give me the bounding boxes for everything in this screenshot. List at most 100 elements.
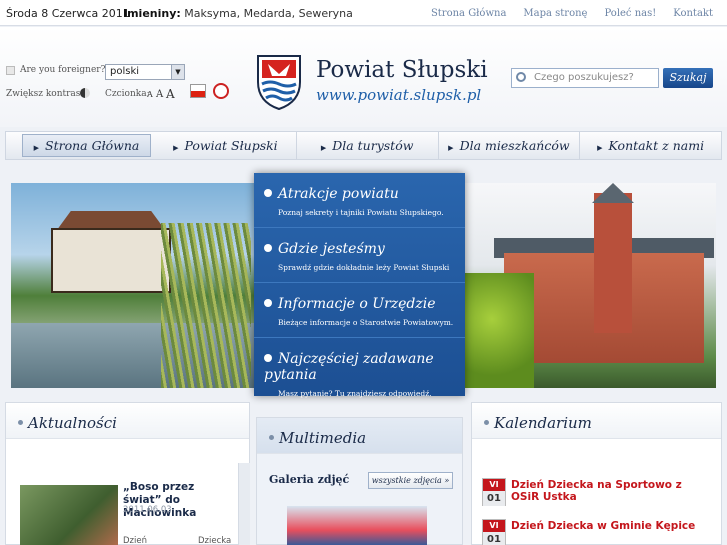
gallery-title: Galeria zdjęć [269,473,350,486]
main-nav: ▶ Strona Główna ▶ Powiat Słupski ▶ Dla tury… [5,131,722,160]
top-links: Strona Główna Mapa stronę Poleć nas! Kon… [431,8,713,19]
top-bar: Środa 8 Czerwca 2011 Imieniny: Maksyma, … [0,0,727,26]
news-thumbnail[interactable] [20,485,118,545]
news-excerpt-1: Dzień [123,536,147,545]
hero-menu-title: Atrakcje powiatu [264,186,465,202]
brand-url[interactable]: www.powiat.slupsk.pl [316,86,481,104]
reeds [161,223,251,388]
font-medium-button[interactable]: A [156,89,163,100]
nav-powiat-label: Powiat Słupski [184,138,278,153]
nav-home[interactable]: ▶ Strona Główna [22,134,151,157]
bullet-icon: ▶ [597,144,603,152]
brand-name[interactable]: Powiat Słupski [316,57,488,83]
contrast-label: Zwiększ kontrast [6,89,85,99]
gallery-photo[interactable] [287,506,427,545]
bullet-icon: ▶ [448,144,454,152]
search-icon [516,72,526,82]
hero-photo-town-hall [464,183,716,388]
hero-menu-item[interactable]: Gdzie jesteśmy Sprawdź gdzie dokładnie l… [254,228,465,283]
event-date-badge: VI 01 [482,478,506,506]
contrast-icon[interactable] [80,88,90,98]
hero-photo-countryside [11,183,259,388]
nav-contact-label: Kontakt z nami [608,138,705,153]
bullet-icon: ▶ [173,144,179,152]
emblem-icon[interactable] [213,83,229,99]
tower [594,193,632,333]
hero-menu: Atrakcje powiatu Poznaj sekrety i tajnik… [254,173,465,398]
nav-contact[interactable]: ▶ Kontakt z nami [580,132,721,159]
hero-menu-title: Gdzie jesteśmy [264,241,465,257]
all-photos-button[interactable]: wszystkie zdjęcia » [368,472,453,489]
bullet-icon: ▶ [320,144,327,152]
top-link-home[interactable]: Strona Główna [431,8,506,19]
language-select[interactable]: polski ▼ [105,64,185,80]
nav-tourists-label: Dla turystów [332,138,414,153]
calendar-heading-text: Kalendarium [494,414,592,432]
hero-menu-title: Informacje o Urzędzie [264,296,465,312]
news-scroll-edge [238,463,250,545]
chevron-down-icon[interactable]: ▼ [171,65,184,79]
event-day: 01 [483,491,505,506]
nav-home-label: Strona Główna [45,138,140,153]
news-excerpt-2: Dziecka [198,536,232,545]
news-heading-text: Aktualności [28,414,117,432]
bullet-icon [264,244,272,252]
hero-menu-title-text: Informacje o Urzędzie [278,296,436,312]
news-heading: Aktualności [6,403,249,439]
crest-logo[interactable] [256,54,302,110]
top-link-contact[interactable]: Kontakt [673,8,713,19]
namedays: Imieniny: Maksyma, Medarda, Seweryna [123,7,353,20]
font-large-button[interactable]: A [166,87,175,101]
hero-menu-title-text: Atrakcje powiatu [278,186,399,202]
hero-menu-item[interactable]: Najczęściej zadawane pytania Masz pytani… [254,338,465,398]
bullet-icon [264,189,272,197]
event-month: VI [483,520,505,532]
flag-icon [6,66,15,75]
bullet-icon [264,299,272,307]
top-link-recommend[interactable]: Poleć nas! [604,8,656,19]
bullet-icon [18,420,23,425]
bullet-icon [484,420,489,425]
event-day: 01 [483,532,505,545]
language-value: polski [110,66,140,77]
hero-menu-desc: Poznaj sekrety i tajniki Powiatu Słupski… [278,208,444,217]
multimedia-heading: Multimedia [257,418,462,454]
current-date: Środa 8 Czerwca 2011 [6,7,130,20]
polish-flag-icon[interactable] [190,84,206,98]
news-date: 2011.06.03 [123,505,172,515]
event-title[interactable]: Dzień Dziecka w Gminie Kępice [511,520,701,532]
nav-residents[interactable]: ▶ Dla mieszkańców [439,132,581,159]
multimedia-box: Multimedia Galeria zdjęć wszystkie zdjęc… [256,417,463,545]
namedays-label: Imieniny: [123,7,181,20]
hero-menu-desc: Masz pytanie? Tu znajdziesz odpowiedź. [278,389,432,398]
nav-residents-label: Dla mieszkańców [459,138,570,153]
hero-menu-desc: Bieżące informacje o Starostwie Powiatow… [278,318,454,327]
nav-tourists[interactable]: ▶ Dla turystów [297,132,439,159]
calendar-box: Kalendarium VI 01 Dzień Dziecka na Sport… [471,402,722,545]
font-small-button[interactable]: A [147,90,153,99]
search-button[interactable]: Szukaj [663,68,713,88]
namedays-value: Maksyma, Medarda, Seweryna [184,7,353,20]
foliage [464,273,534,388]
hero-menu-item[interactable]: Atrakcje powiatu Poznaj sekrety i tajnik… [254,173,465,228]
bullet-icon [264,354,272,362]
hero-menu-desc: Sprawdź gdzie dokładnie leży Powiat Słup… [278,263,450,272]
bullet-icon [269,435,274,440]
multimedia-heading-text: Multimedia [279,429,367,447]
foreigner-label: Are you foreigner? [20,65,106,75]
calendar-heading: Kalendarium [472,403,721,439]
search-input[interactable]: Czego poszukujesz? [511,68,659,88]
event-date-badge: VI 01 [482,519,506,545]
top-link-sitemap[interactable]: Mapa stronę [523,8,587,19]
event-month: VI [483,479,505,491]
hero-menu-title-text: Gdzie jesteśmy [278,241,385,257]
nav-powiat[interactable]: ▶ Powiat Słupski [155,132,297,159]
font-size-label: Czcionka: [105,89,150,99]
timbered-house [51,228,171,293]
event-title[interactable]: Dzień Dziecka na Sportowo z OSiR Ustka [511,479,701,503]
hero-menu-title-text: Najczęściej zadawane pytania [264,351,434,383]
news-box: Aktualności „Boso przez świat” do Machow… [5,402,250,545]
hero-menu-title: Najczęściej zadawane pytania [264,351,465,383]
bullet-icon: ▶ [33,144,40,152]
hero-menu-item[interactable]: Informacje o Urzędzie Bieżące informacje… [254,283,465,338]
